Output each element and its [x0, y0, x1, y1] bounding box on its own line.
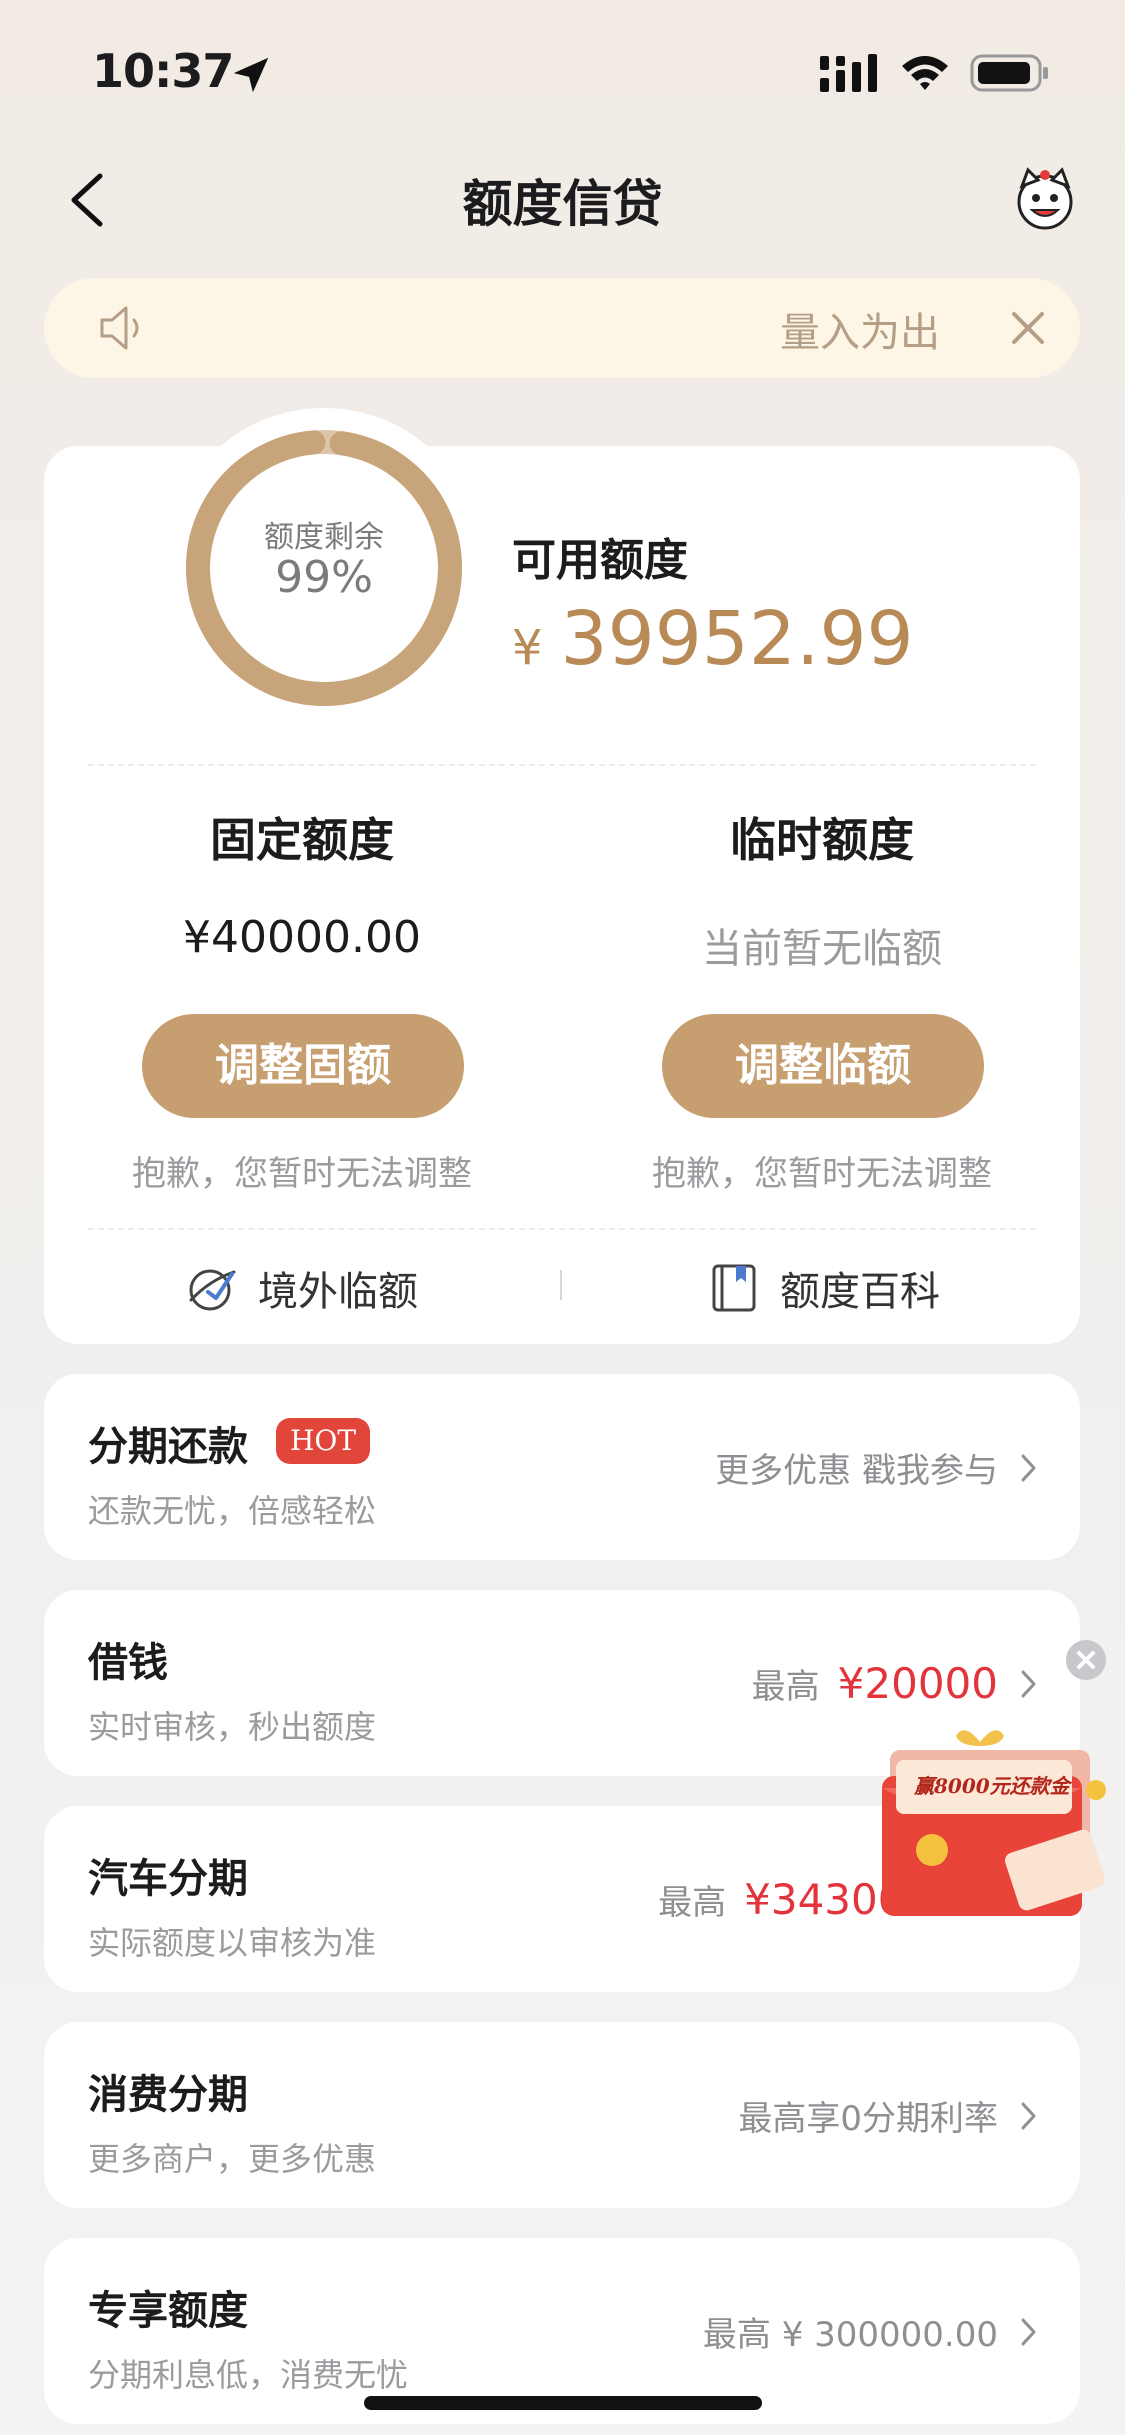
chevron-right-icon	[1021, 2102, 1036, 2130]
row-title: 专享额度	[88, 2288, 248, 2334]
temp-credit-value: 当前暂无临额	[702, 926, 942, 972]
overseas-temp-credit-label: 境外临额	[258, 1269, 418, 1315]
row-right-label: 最高 ¥ 300000.00	[702, 2314, 998, 2355]
currency-symbol: ¥	[512, 620, 543, 676]
status-bar: 10:37	[0, 0, 1125, 140]
chevron-right-icon	[1021, 1454, 1036, 1482]
credit-summary-card: 额度剩余 99% 可用额度 ¥39952.99 固定额度 ¥40000.00 调…	[44, 408, 1080, 1344]
link-separator	[560, 1270, 562, 1300]
chevron-right-icon	[1021, 2318, 1036, 2346]
row-title: 借钱	[88, 1640, 168, 1686]
nav-bar: 额度信贷	[0, 150, 1125, 240]
row-subtitle: 更多商户，更多优惠	[88, 2140, 377, 2178]
battery-icon	[970, 54, 1048, 92]
page-title: 额度信贷	[462, 175, 663, 233]
row-subtitle: 实时审核，秒出额度	[88, 1708, 377, 1746]
location-arrow-icon	[233, 57, 269, 93]
installment-repayment-row[interactable]: 分期还款 HOT 还款无忧，倍感轻松 更多优惠 戳我参与	[44, 1374, 1080, 1560]
close-icon[interactable]	[1006, 306, 1050, 350]
row-subtitle: 还款无忧，倍感轻松	[88, 1492, 377, 1530]
row-title: 分期还款	[88, 1424, 248, 1470]
close-icon	[1077, 1651, 1095, 1669]
row-right-label: 最高享0分期利率	[738, 2098, 998, 2139]
globe-plane-icon	[189, 1269, 236, 1311]
notice-banner: 量入为出	[44, 278, 1080, 378]
row-title: 汽车分期	[88, 1856, 248, 1902]
fixed-credit-title: 固定额度	[210, 813, 394, 867]
cellular-signal-icon	[820, 54, 877, 92]
available-credit-label: 可用额度	[512, 535, 688, 586]
row-right-label: 最高	[658, 1882, 727, 1923]
ring-label: 额度剩余	[264, 520, 384, 555]
row-right-text: 更多优惠 戳我参与	[715, 1374, 998, 1560]
overseas-temp-credit-link[interactable]: 境外临额	[186, 1258, 418, 1318]
notice-text: 量入为出	[780, 310, 940, 356]
wifi-icon	[902, 56, 948, 90]
mascot-avatar-icon[interactable]	[1010, 166, 1080, 232]
temp-adjust-note: 抱歉，您暂时无法调整	[652, 1154, 992, 1194]
status-time: 10:37	[92, 44, 234, 98]
red-envelope-gift-icon	[882, 1730, 1106, 1916]
consumer-installment-row[interactable]: 消费分期 更多商户，更多优惠 最高享0分期利率	[44, 2022, 1080, 2208]
adjust-temp-button[interactable]: 调整临额	[662, 1014, 984, 1118]
row-title: 消费分期	[88, 2072, 248, 2118]
hot-badge: HOT	[276, 1418, 371, 1464]
speaker-icon	[100, 306, 139, 350]
row-right-label: 更多优惠 戳我参与	[715, 1450, 998, 1491]
row-subtitle: 实际额度以审核为准	[88, 1924, 377, 1962]
chevron-right-icon	[1021, 1670, 1036, 1698]
repayment-bonus-promo[interactable]: 赢8000元还款金	[860, 1720, 1120, 1930]
available-credit-value: 39952.99	[560, 596, 914, 682]
row-subtitle: 分期利息低，消费无忧	[88, 2356, 409, 2394]
credit-wiki-label: 额度百科	[780, 1269, 940, 1315]
ring-percent: 99%	[275, 552, 373, 603]
fixed-adjust-note: 抱歉，您暂时无法调整	[132, 1154, 472, 1194]
adjust-fixed-button[interactable]: 调整固额	[142, 1014, 464, 1118]
credit-wiki-link[interactable]: 额度百科	[708, 1258, 940, 1318]
promo-close-button[interactable]	[1066, 1640, 1106, 1680]
divider	[88, 1228, 1036, 1230]
fixed-credit-value: ¥40000.00	[183, 912, 421, 963]
row-right-amount: ¥20000	[837, 1658, 998, 1708]
remaining-ring: 额度剩余 99%	[164, 408, 484, 728]
available-credit-amount: ¥39952.99	[512, 596, 914, 682]
row-right-text: 最高享0分期利率	[738, 2022, 998, 2208]
row-right-label: 最高	[751, 1666, 820, 1707]
divider	[88, 764, 1036, 766]
book-icon	[712, 1264, 756, 1312]
promo-text: 赢8000元还款金	[914, 1774, 1070, 1798]
temp-credit-title: 临时额度	[730, 813, 914, 867]
home-indicator	[364, 2396, 762, 2410]
